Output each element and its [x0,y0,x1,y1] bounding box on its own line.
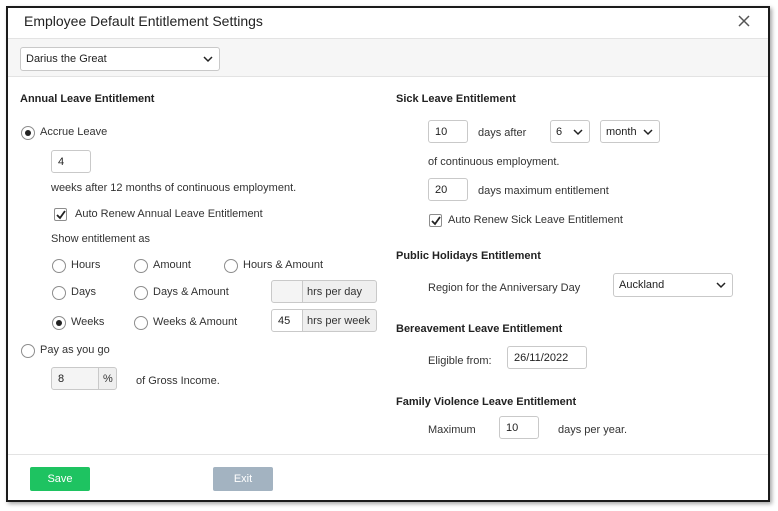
hrs-per-week-input[interactable]: 45 [271,309,303,332]
sick-months-value: 6 [556,125,563,138]
close-icon[interactable] [736,13,752,29]
employee-select[interactable]: Darius the Great [20,47,220,71]
pay-as-you-go-radio[interactable] [21,344,35,358]
hours-label: Hours [71,259,101,271]
pay-as-you-go-label: Pay as you go [40,344,110,356]
public-holidays-heading: Public Holidays Entitlement [396,250,541,262]
eligible-date-input[interactable]: 26/11/2022 [507,346,587,369]
weeks-radio[interactable] [52,316,66,330]
checkmark-icon [56,210,66,220]
sick-heading: Sick Leave Entitlement [396,93,516,105]
accrue-leave-label: Accrue Leave [40,126,108,138]
chevron-down-icon [203,56,213,63]
chevron-down-icon [573,129,583,136]
annual-auto-renew-checkbox[interactable] [54,208,67,221]
amount-radio[interactable] [134,259,148,273]
maximum-label: Maximum [428,424,476,436]
footer-divider [8,454,768,455]
hrs-per-week-addon: hrs per week [302,309,377,332]
sick-unit-select[interactable]: month [600,120,660,143]
region-label: Region for the Anniversary Day [428,282,581,294]
eligible-label: Eligible from: [428,355,492,367]
annual-auto-renew-label: Auto Renew Annual Leave Entitlement [75,208,263,220]
family-violence-heading: Family Violence Leave Entitlement [396,396,577,408]
sick-days-input[interactable]: 10 [428,120,468,143]
show-as-label: Show entitlement as [51,233,151,245]
weeks-amount-label: Weeks & Amount [153,316,238,328]
chevron-down-icon [643,129,653,136]
checkmark-icon [431,216,441,226]
hours-amount-radio[interactable] [224,259,238,273]
hrs-per-day-input[interactable] [271,280,303,303]
amount-label: Amount [153,259,191,271]
chevron-down-icon [716,282,726,289]
per-year-text: days per year. [558,424,628,436]
days-label: Days [71,286,97,298]
percent-input[interactable]: 8 [51,367,99,390]
weeks-amount-radio[interactable] [134,316,148,330]
bereavement-heading: Bereavement Leave Entitlement [396,323,563,335]
weeks-input[interactable]: 4 [51,150,91,173]
days-amount-radio[interactable] [134,286,148,300]
exit-button[interactable]: Exit [213,467,273,491]
region-value: Auckland [619,279,665,291]
weeks-text: weeks after 12 months of continuous empl… [51,182,297,194]
save-button[interactable]: Save [30,467,90,491]
days-radio[interactable] [52,286,66,300]
dialog-title: Employee Default Entitlement Settings [24,13,263,29]
weeks-label: Weeks [71,316,105,328]
annual-heading: Annual Leave Entitlement [20,93,155,105]
gross-text: of Gross Income. [136,375,220,387]
dialog: Employee Default Entitlement Settings Da… [6,6,770,502]
accrue-leave-radio[interactable] [21,126,35,140]
sick-unit-value: month [606,125,637,138]
sick-auto-renew-checkbox[interactable] [429,214,442,227]
days-after-text: days after [478,127,527,139]
hrs-per-day-addon: hrs per day [302,280,377,303]
sick-max-input[interactable]: 20 [428,178,468,201]
sick-months-select[interactable]: 6 [550,120,590,143]
family-violence-input[interactable]: 10 [499,416,539,439]
days-amount-label: Days & Amount [153,286,229,298]
percent-addon: % [98,367,117,390]
hours-amount-label: Hours & Amount [243,259,324,271]
continuous-text: of continuous employment. [428,156,560,168]
hours-radio[interactable] [52,259,66,273]
employee-select-value: Darius the Great [26,53,107,65]
sick-auto-renew-label: Auto Renew Sick Leave Entitlement [448,214,623,226]
region-select[interactable]: Auckland [613,273,733,297]
max-text: days maximum entitlement [478,185,609,197]
